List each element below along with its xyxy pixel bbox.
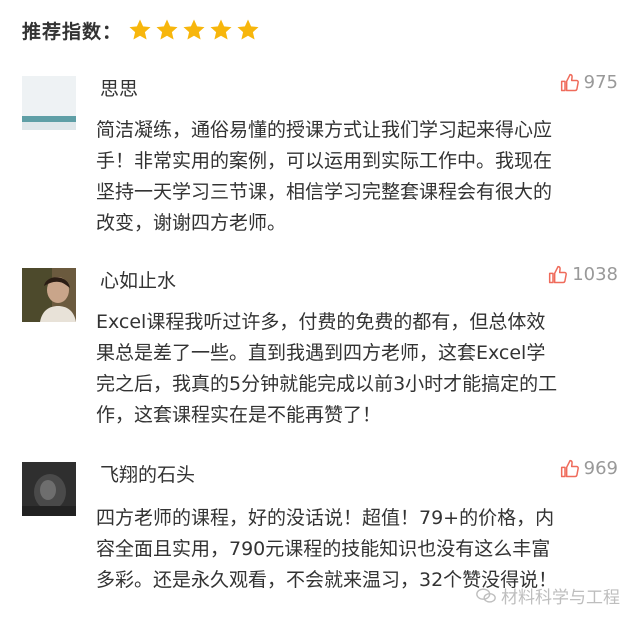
rating-label: 推荐指数： [22, 20, 123, 43]
username[interactable]: 飞翔的石头 [100, 460, 195, 487]
username[interactable]: 心如止水 [100, 266, 176, 293]
comment-line: 四方老师的课程，好的没话说！超值！79+的价格，内 [96, 507, 555, 529]
avatar[interactable] [22, 76, 76, 130]
star-icon [182, 18, 206, 42]
comment-line: 果总是差了一些。直到我遇到四方老师，这套Excel学 [96, 342, 546, 364]
comment-line: 坚持一天学习三节课，相信学习完整套课程会有很大的 [96, 181, 553, 203]
star-icon [209, 18, 233, 42]
star-icon [128, 18, 152, 42]
watermark-text: 材料科学与工程 [501, 588, 620, 608]
like-button[interactable]: 969 [560, 458, 618, 479]
like-button[interactable]: 975 [560, 72, 618, 93]
star-rating [128, 18, 263, 42]
comment-line: 手！非常实用的案例，可以运用到实际工作中。我现在 [96, 150, 553, 172]
avatar[interactable] [22, 462, 76, 516]
comment-line: 容全面且实用，790元课程的技能知识也没有这么丰富 [96, 538, 551, 560]
star-icon [236, 18, 260, 42]
comment-line: Excel课程我听过许多，付费的免费的都有，但总体效 [96, 311, 546, 333]
like-count: 969 [583, 458, 618, 479]
thumbs-up-icon [560, 459, 579, 477]
comment-line: 完之后，我真的5分钟就能完成以前3小时才能搞定的工 [96, 373, 558, 395]
comment-line: 简洁凝练，通俗易懂的授课方式让我们学习起来得心应 [96, 119, 553, 141]
comment-text: Excel课程我听过许多，付费的免费的都有，但总体效 果总是差了一些。直到我遇到… [96, 307, 616, 431]
wechat-icon [476, 587, 496, 603]
comment-text: 简洁凝练，通俗易懂的授课方式让我们学习起来得心应 手！非常实用的案例，可以运用到… [96, 115, 616, 239]
thumbs-up-icon [560, 73, 579, 91]
avatar[interactable] [22, 268, 76, 322]
like-count: 1038 [572, 264, 618, 285]
comment-line: 作，这套课程实在是不能再赞了！ [96, 404, 382, 426]
like-count: 975 [583, 72, 618, 93]
username[interactable]: 思思 [100, 74, 138, 101]
comment-line: 改变，谢谢四方老师。 [96, 212, 287, 234]
watermark: 材料科学与工程 [475, 583, 620, 608]
thumbs-up-icon [549, 265, 568, 283]
star-icon [155, 18, 179, 42]
like-button[interactable]: 1038 [548, 264, 618, 285]
rating-row: 推荐指数： [22, 14, 263, 46]
